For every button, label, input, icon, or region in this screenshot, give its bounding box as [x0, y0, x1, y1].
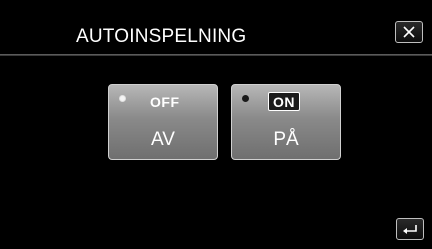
radio-selected-icon [242, 95, 249, 102]
option-off-label: AV [151, 129, 175, 150]
title-bar: AUTOINSPELNING [0, 0, 432, 48]
on-badge: ON [268, 92, 300, 111]
radio-unselected-icon [119, 95, 126, 102]
close-button[interactable] [395, 21, 423, 43]
off-badge: OFF [150, 94, 180, 110]
return-arrow-icon [403, 225, 417, 234]
page-title: AUTOINSPELNING [76, 26, 247, 47]
close-icon [403, 26, 415, 38]
back-button[interactable] [396, 218, 424, 240]
option-on-button[interactable]: ON PÅ [231, 84, 341, 160]
title-divider [0, 54, 432, 56]
option-off-button[interactable]: OFF AV [108, 84, 218, 160]
option-on-label: PÅ [273, 129, 299, 150]
